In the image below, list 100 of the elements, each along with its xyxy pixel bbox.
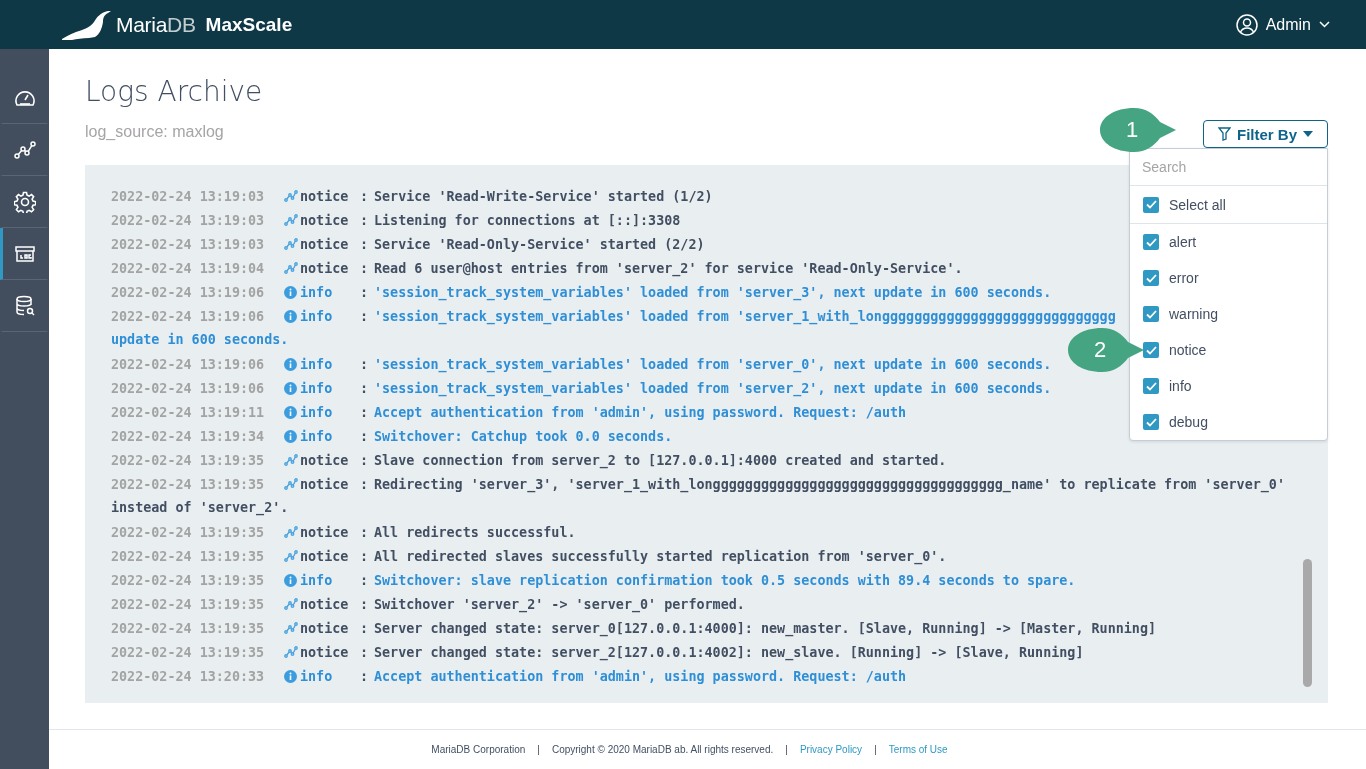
seal-logo-icon: [60, 9, 112, 40]
log-separator: :: [360, 548, 370, 564]
log-level: notice: [300, 644, 349, 660]
log-timestamp: 2022-02-24 13:19:35: [111, 644, 266, 660]
step-callout: 2: [1068, 326, 1144, 374]
user-name[interactable]: Admin: [1265, 15, 1311, 34]
footer-text: Copyright © 2020 MariaDB ab. All rights reserved.: [551, 744, 774, 755]
log-timestamp: 2022-02-24 13:19:06: [111, 380, 266, 396]
log-level: info: [300, 308, 333, 324]
log-message: instead of 'server_2'.: [111, 499, 289, 518]
log-timestamp: 2022-02-24 13:19:35: [111, 452, 266, 468]
log-level: info: [300, 572, 333, 588]
funnel-icon: [1218, 127, 1231, 141]
check-icon: [1145, 273, 1157, 283]
log-timestamp: 2022-02-24 13:19:35: [111, 572, 266, 588]
log-level: info: [300, 668, 333, 684]
product-name: MaxScale: [205, 13, 293, 36]
trend-line-icon: [284, 454, 298, 466]
info-icon: [284, 285, 297, 299]
trend-line-icon: [284, 598, 298, 610]
user-avatar-icon[interactable]: [1235, 13, 1258, 36]
log-separator: :: [360, 524, 370, 540]
log-timestamp: 2022-02-24 13:19:06: [111, 308, 266, 324]
log-separator: :: [360, 572, 370, 588]
log-message: 'session_track_system_variables' loaded from 'server_3', next update in 600 seconds.: [374, 284, 1052, 300]
option-label[interactable]: notice: [1169, 342, 1207, 358]
log-timestamp: 2022-02-24 13:19:06: [111, 284, 266, 300]
brand-name: Maria: [116, 12, 167, 36]
log-timestamp: 2022-02-24 13:19:35: [111, 476, 266, 492]
log-separator: :: [360, 404, 370, 420]
log-message: Slave connection from server_2 to [127.0.0.1]:4000 created and started.: [374, 452, 947, 468]
log-timestamp: 2022-02-24 13:19:35: [111, 548, 266, 564]
scrollbar-thumb[interactable]: [1303, 559, 1312, 687]
chevron-down-icon[interactable]: [1319, 21, 1330, 28]
option-label[interactable]: alert: [1169, 234, 1197, 250]
check-icon: [1145, 417, 1157, 427]
checkbox[interactable]: [1143, 342, 1159, 358]
option-label[interactable]: Select all: [1169, 196, 1226, 213]
log-source-label: log_source: maxlog: [85, 123, 224, 141]
trend-line-icon: [284, 478, 298, 490]
log-timestamp: 2022-02-24 13:19:03: [111, 236, 266, 252]
log-message: Switchover: slave replication confirmation took 0.5 seconds with 89.4 seconds to spare.: [374, 572, 1076, 588]
checkbox[interactable]: [1143, 414, 1159, 430]
log-level: info: [300, 380, 333, 396]
info-icon: [284, 405, 297, 419]
trend-line-icon: [284, 262, 298, 274]
log-level: notice: [300, 452, 349, 468]
log-separator: :: [360, 620, 370, 636]
log-separator: :: [360, 188, 370, 204]
log-box-icon: [14, 245, 35, 262]
log-separator: :: [360, 356, 370, 372]
log-separator: :: [360, 668, 370, 684]
footer-separator: |: [537, 744, 540, 755]
log-level: notice: [300, 212, 349, 228]
footer-separator: |: [874, 744, 877, 755]
trend-line-icon: [284, 214, 298, 226]
log-separator: :: [360, 380, 370, 396]
check-icon: [1145, 345, 1157, 355]
log-message: All redirected slaves successfully started replication from 'server_0'.: [374, 548, 947, 564]
log-level: notice: [300, 524, 349, 540]
step-callout: 1: [1100, 106, 1176, 154]
checkbox[interactable]: [1143, 196, 1159, 213]
log-message: Switchover: Catchup took 0.0 seconds.: [374, 428, 673, 444]
info-icon: [284, 669, 297, 683]
trend-line-icon: [284, 550, 298, 562]
trend-line-icon: [284, 526, 298, 538]
log-separator: :: [360, 236, 370, 252]
option-label[interactable]: error: [1169, 270, 1199, 286]
log-timestamp: 2022-02-24 13:19:11: [111, 404, 266, 420]
log-separator: :: [360, 596, 370, 612]
log-message: Redirecting 'server_3', 'server_1_with_longggggggggggggggggggggggggggggggggggg_name' to replicate from 'server_0': [374, 476, 1285, 492]
log-separator: :: [360, 212, 370, 228]
log-separator: :: [360, 476, 370, 492]
log-separator: :: [360, 452, 370, 468]
log-separator: :: [360, 308, 370, 324]
log-level: notice: [300, 620, 349, 636]
log-timestamp: 2022-02-24 13:19:06: [111, 356, 266, 372]
log-separator: :: [360, 644, 370, 660]
check-icon: [1145, 200, 1157, 209]
settings-icon: [13, 190, 36, 213]
log-separator: :: [360, 284, 370, 300]
checkbox[interactable]: [1143, 378, 1159, 394]
filter-button[interactable]: Filter By: [1203, 120, 1328, 148]
option-label[interactable]: warning: [1169, 306, 1219, 322]
checkbox[interactable]: [1143, 306, 1159, 322]
log-level: notice: [300, 596, 349, 612]
sidebar-item[interactable]: [0, 228, 49, 280]
checkbox[interactable]: [1143, 234, 1159, 250]
search-field[interactable]: Search: [1130, 159, 1327, 175]
option-label[interactable]: info: [1169, 378, 1192, 394]
checkbox[interactable]: [1143, 270, 1159, 286]
info-icon: [284, 357, 297, 371]
log-message: Server changed state: server_2[127.0.0.1:4002]: new_slave. [Running] -> [Slave, Running]: [374, 644, 1084, 660]
log-message: Read 6 user@host entries from 'server_2' for service 'Read-Only-Service'.: [374, 260, 963, 276]
option-label[interactable]: debug: [1169, 414, 1208, 430]
info-icon: [284, 429, 297, 443]
log-timestamp: 2022-02-24 13:19:35: [111, 524, 266, 540]
page-title: Logs Archive: [85, 75, 263, 109]
log-message: 'session_track_system_variables' loaded from 'server_0', next update in 600 seconds.: [374, 356, 1052, 372]
log-level: notice: [300, 476, 349, 492]
